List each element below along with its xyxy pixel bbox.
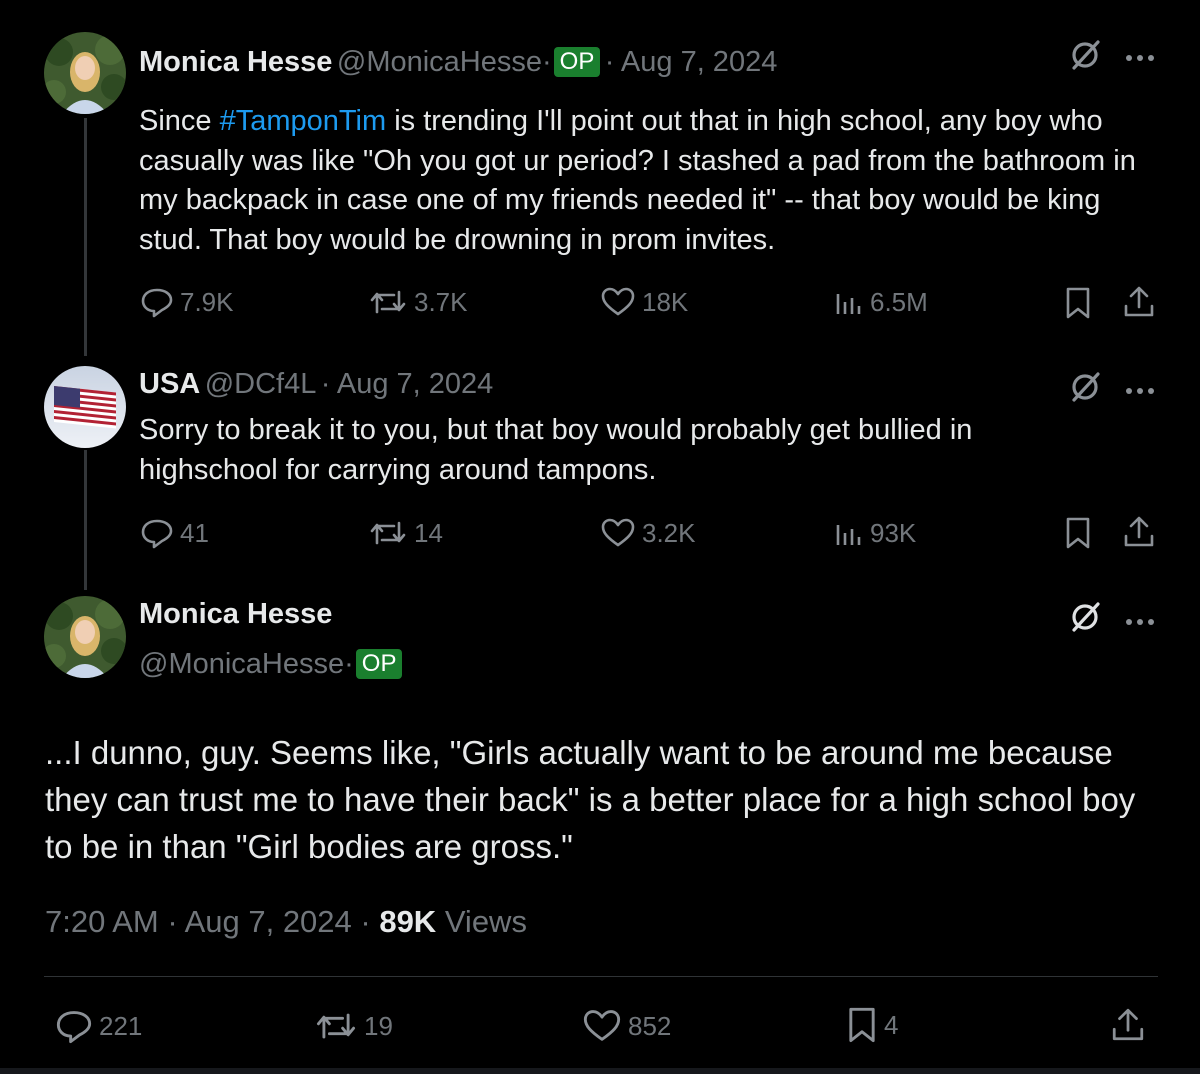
bookmark-icon: [849, 1007, 875, 1043]
divider: [44, 976, 1158, 977]
tweet1-like-button[interactable]: 18K: [600, 286, 688, 318]
avatar-monica-1[interactable]: [44, 32, 126, 114]
main-repost-count: 19: [364, 1010, 393, 1041]
main-view-count: 89K: [379, 904, 437, 939]
repost-icon: [370, 521, 406, 545]
more-icon-1[interactable]: [1125, 49, 1155, 67]
main-bookmark-count: 4: [884, 1009, 899, 1040]
tweet2-author-handle[interactable]: @DCf4L: [205, 368, 317, 400]
main-author-name[interactable]: Monica Hesse: [139, 598, 332, 631]
reply-icon: [141, 288, 173, 318]
reply-icon: [141, 519, 173, 549]
more-icon-3[interactable]: [1125, 613, 1155, 631]
tweet1-author-handle[interactable]: @MonicaHesse·: [337, 46, 552, 78]
bookmark-icon: [1066, 517, 1090, 549]
bottom-edge: [0, 1068, 1200, 1074]
reply-icon: [56, 1011, 92, 1044]
tweet2-share-button[interactable]: [1122, 515, 1156, 549]
main-like-count: 852: [628, 1010, 672, 1041]
thread-connector-1: [84, 118, 87, 356]
tweet2-views-button[interactable]: 93K: [834, 517, 916, 549]
main-tweet-text: ...I dunno, guy. Seems like, "Girls actu…: [45, 734, 1136, 865]
more-icon-2[interactable]: [1125, 382, 1155, 400]
hashtag-link[interactable]: #TamponTim: [220, 105, 387, 137]
tweet1-views-button[interactable]: 6.5M: [834, 286, 928, 318]
tweet1-text-start: Since: [139, 105, 220, 137]
heart-icon: [601, 287, 635, 316]
more-dots-icon: [1126, 388, 1154, 394]
tweet2-repost-button[interactable]: 14: [368, 517, 443, 549]
bookmark-icon: [1066, 287, 1090, 319]
tweet2-header: USA @DCf4L · Aug 7, 2024: [139, 368, 493, 401]
grok-slash-icon: [1072, 602, 1100, 632]
tweet1-bookmark-button[interactable]: [1064, 286, 1092, 320]
share-icon: [1124, 286, 1154, 317]
tweet2-like-count: 3.2K: [642, 517, 696, 548]
grok-icon-1[interactable]: [1068, 38, 1102, 77]
avatar-usa[interactable]: [44, 366, 126, 448]
main-author-handle-row: @MonicaHesse· OP: [139, 648, 403, 681]
grok-icon-2[interactable]: [1068, 370, 1102, 409]
main-bookmark-button[interactable]: 4: [846, 1006, 898, 1044]
tweet1-text: Since #TamponTim is trending I'll point …: [139, 102, 1169, 260]
main-repost-button[interactable]: 19: [314, 1008, 393, 1044]
share-icon: [1112, 1008, 1144, 1041]
tweet2-reply-button[interactable]: 41: [140, 517, 209, 549]
tweet2-bookmark-button[interactable]: [1064, 516, 1092, 550]
grok-slash-icon: [1072, 40, 1100, 70]
tweet1-repost-button[interactable]: 3.7K: [368, 286, 468, 318]
tweet1-author-name[interactable]: Monica Hesse: [139, 46, 332, 78]
op-badge: OP: [553, 47, 601, 77]
tweet1-date[interactable]: · Aug 7, 2024: [605, 46, 778, 78]
share-icon: [1124, 516, 1154, 547]
tweet2-reply-count: 41: [180, 517, 209, 548]
thread-connector-2: [84, 450, 87, 590]
tweet2-like-button[interactable]: 3.2K: [600, 517, 696, 549]
main-timestamp[interactable]: 7:20 AM · Aug 7, 2024 ·: [45, 904, 379, 939]
heart-icon: [601, 518, 635, 547]
repost-icon: [370, 290, 406, 314]
main-tweet-meta: 7:20 AM · Aug 7, 2024 · 89K Views: [45, 904, 527, 940]
op-badge: OP: [355, 649, 403, 679]
tweet1-reply-count: 7.9K: [180, 286, 234, 317]
tweet2-text: Sorry to break it to you, but that boy w…: [139, 414, 973, 486]
tweet1-view-count: 6.5M: [870, 286, 928, 317]
main-views-label: Views: [436, 904, 527, 939]
tweet1-repost-count: 3.7K: [414, 286, 468, 317]
tweet1-reply-button[interactable]: 7.9K: [140, 286, 234, 318]
main-author-handle[interactable]: @MonicaHesse·: [139, 648, 354, 680]
tweet1-share-button[interactable]: [1122, 285, 1156, 319]
avatar-monica-2[interactable]: [44, 596, 126, 678]
tweet2-date[interactable]: · Aug 7, 2024: [321, 368, 494, 400]
heart-icon: [583, 1010, 621, 1041]
main-share-button[interactable]: [1110, 1006, 1146, 1044]
more-dots-icon: [1126, 619, 1154, 625]
main-like-button[interactable]: 852: [582, 1008, 671, 1044]
main-reply-count: 221: [99, 1010, 143, 1041]
views-icon: [836, 294, 861, 314]
main-reply-button[interactable]: 221: [55, 1008, 142, 1044]
repost-icon: [316, 1013, 356, 1039]
tweet1-header: Monica Hesse @MonicaHesse· OP · Aug 7, 20…: [139, 46, 777, 79]
tweet2-repost-count: 14: [414, 517, 443, 548]
tweet1-like-count: 18K: [642, 286, 689, 317]
tweet2-view-count: 93K: [870, 517, 917, 548]
more-dots-icon: [1126, 55, 1154, 61]
views-icon: [836, 525, 861, 545]
grok-icon-3[interactable]: [1068, 600, 1102, 639]
grok-slash-icon: [1072, 372, 1100, 402]
tweet2-author-name[interactable]: USA: [139, 368, 200, 400]
